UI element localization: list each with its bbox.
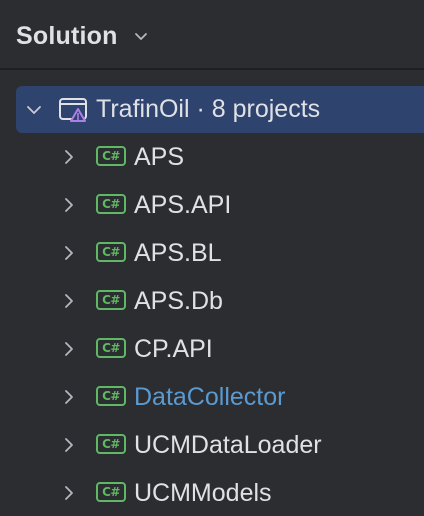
chevron-right-icon[interactable] [60, 195, 78, 215]
tree-row-project[interactable]: C# CP.API [0, 325, 424, 373]
csharp-project-icon: C# [96, 338, 126, 358]
project-label: APS.Db [134, 287, 223, 315]
panel-header[interactable]: Solution [16, 18, 150, 54]
chevron-right-icon[interactable] [60, 387, 78, 407]
solution-separator: · [189, 95, 212, 123]
csharp-project-icon: C# [96, 386, 126, 406]
chevron-down-icon[interactable] [24, 100, 44, 120]
csharp-project-icon: C# [96, 242, 126, 262]
chevron-right-icon[interactable] [60, 483, 78, 503]
csharp-project-icon: C# [96, 434, 126, 454]
tree-row-project[interactable]: C# APS [0, 133, 424, 181]
solution-icon [58, 97, 92, 125]
solution-tree: TrafinOil · 8 projects C# APS C# APS.API… [0, 86, 424, 516]
solution-explorer-panel: Solution TrafinOil · 8 projects C# APS C… [0, 0, 424, 516]
tree-row-solution[interactable]: TrafinOil · 8 projects [16, 86, 424, 133]
tree-row-project[interactable]: C# DataCollector [0, 373, 424, 421]
solution-name: TrafinOil [96, 95, 190, 123]
chevron-down-icon[interactable] [132, 27, 150, 45]
tree-row-project[interactable]: C# APS.API [0, 181, 424, 229]
tree-row-project[interactable]: C# APS.Db [0, 277, 424, 325]
chevron-right-icon[interactable] [60, 243, 78, 263]
project-label: UCMDataLoader [134, 431, 322, 459]
csharp-project-icon: C# [96, 146, 126, 166]
project-label: APS.BL [134, 239, 222, 267]
csharp-project-icon: C# [96, 194, 126, 214]
header-divider [0, 68, 424, 70]
panel-title: Solution [16, 21, 118, 50]
chevron-right-icon[interactable] [60, 435, 78, 455]
project-count: 8 projects [211, 95, 321, 123]
solution-label: TrafinOil · 8 projects [96, 95, 320, 124]
tree-row-project[interactable]: C# UCMModels [0, 469, 424, 516]
csharp-project-icon: C# [96, 482, 126, 502]
tree-row-project[interactable]: C# UCMDataLoader [0, 421, 424, 469]
project-label: DataCollector [134, 383, 286, 411]
project-label: APS.API [134, 191, 232, 219]
project-label: UCMModels [134, 479, 272, 507]
chevron-right-icon[interactable] [60, 147, 78, 167]
chevron-right-icon[interactable] [60, 339, 78, 359]
project-label: APS [134, 143, 185, 171]
project-label: CP.API [134, 335, 213, 363]
chevron-right-icon[interactable] [60, 291, 78, 311]
tree-row-project[interactable]: C# APS.BL [0, 229, 424, 277]
csharp-project-icon: C# [96, 290, 126, 310]
